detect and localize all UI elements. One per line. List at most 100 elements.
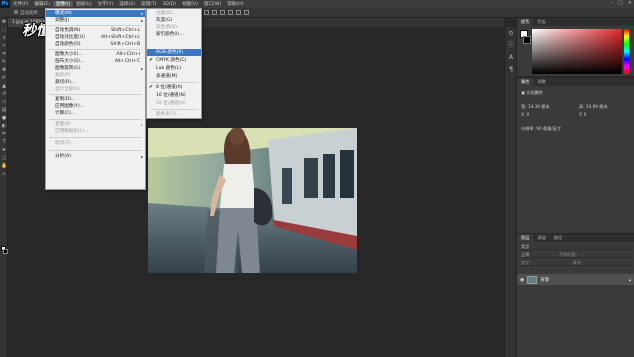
menu-item-trim[interactable]: 裁切(R)... <box>46 79 145 86</box>
menu-item-auto-color[interactable]: 自动颜色(O) Shift+Ctrl+B <box>46 41 145 48</box>
submenu-item-duotone: 双色调(D) <box>156 25 177 30</box>
submenu-item-8bit[interactable]: ✔ 8 位/通道(A) <box>147 84 201 91</box>
stamp-tool-icon[interactable]: ▲ <box>1 84 7 89</box>
dodge-tool-icon[interactable]: ◐ <box>1 124 7 129</box>
y-field[interactable]: Y: 0 <box>579 112 586 117</box>
visibility-eye-icon[interactable]: ◉ <box>520 277 524 283</box>
menu-item-image-rotation[interactable]: 图像旋转(G) ▸ <box>46 65 145 72</box>
width-field[interactable]: 宽: 14.39 厘米 <box>521 104 550 110</box>
tools-panel: ✥ ⬚ ↄ ✧ ⌗ ✎ ✚ ✐ ▲ ↺ ▭ ▤ ● ◐ ✒ T ➤ ▢ ✋ ⌕ <box>0 18 8 357</box>
menu-layer[interactable]: 图层(L) <box>73 1 94 7</box>
document-image[interactable] <box>148 128 357 273</box>
submenu-item-cmyk-color[interactable]: ✔ CMYK 颜色(C) <box>147 57 201 64</box>
menu-separator <box>49 137 142 138</box>
hue-slider[interactable] <box>624 29 629 74</box>
marquee-tool-icon[interactable]: ⬚ <box>1 28 7 33</box>
menu-item-auto-tone[interactable]: 自动色调(N) Shift+Ctrl+L <box>46 27 145 34</box>
menu-bar: Ps 文件(F) 编辑(E) 图像(I) 图层(L) 文字(Y) 选择(S) 滤… <box>0 0 634 8</box>
menu-item-canvas-size[interactable]: 画布大小(S)... Alt+Ctrl+C <box>46 58 145 65</box>
layer-filter-row[interactable]: 类型 <box>521 244 631 250</box>
shape-tool-icon[interactable]: ▢ <box>1 156 7 161</box>
tab-paths[interactable]: 路径 <box>550 235 566 241</box>
minimize-button[interactable]: – <box>611 0 614 6</box>
lasso-tool-icon[interactable]: ↄ <box>1 36 7 41</box>
move-tool-icon[interactable]: ✥ <box>1 20 7 25</box>
menu-item-adjustments[interactable]: 调整(J) ▸ <box>46 17 145 24</box>
menu-type[interactable]: 文字(Y) <box>95 1 117 7</box>
auto-select-option[interactable]: 自动选择: <box>14 9 39 16</box>
height-field[interactable]: 高: 10.99 厘米 <box>579 104 608 110</box>
submenu-item-color-table: 颜色表(T)... <box>156 112 181 117</box>
eraser-tool-icon[interactable]: ▭ <box>1 100 7 105</box>
align-icon[interactable] <box>236 10 241 15</box>
menu-image[interactable]: 图像(I) <box>53 1 74 7</box>
align-icon[interactable] <box>244 10 249 15</box>
history-icon[interactable]: ⏲ <box>507 30 515 38</box>
healing-brush-icon[interactable]: ✚ <box>1 68 7 73</box>
tab-color[interactable]: 颜色 <box>517 18 534 26</box>
tab-swatches[interactable]: 色板 <box>533 19 549 25</box>
menu-item-calculations[interactable]: 计算(C)... <box>46 110 145 117</box>
tab-layers[interactable]: 图层 <box>517 234 534 242</box>
photo-illustration <box>148 128 357 273</box>
menu-file[interactable]: 文件(F) <box>10 1 31 7</box>
layer-row-background[interactable]: ◉ 背景 🔒︎ <box>517 274 634 285</box>
submenu-item-rgb-color[interactable]: RGB 颜色(R) <box>147 49 201 56</box>
align-icon[interactable] <box>212 10 217 15</box>
close-button[interactable]: × <box>628 0 632 6</box>
menu-help[interactable]: 帮助(H) <box>224 1 246 7</box>
lock-fill-row[interactable]: 锁定: 填充: <box>521 260 631 266</box>
menu-item-analysis[interactable]: 分析(A) ▸ <box>46 153 145 160</box>
window-controls: – □ × <box>611 0 632 6</box>
x-field[interactable]: X: 0 <box>521 112 529 117</box>
paragraph-icon[interactable]: ¶ <box>507 66 515 74</box>
menu-item-image-size[interactable]: 图像大小(I)... Alt+Ctrl+I <box>46 51 145 58</box>
submenu-arrow-icon: ▸ <box>140 154 143 159</box>
path-select-icon[interactable]: ➤ <box>1 148 7 153</box>
crop-tool-icon[interactable]: ⌗ <box>1 52 7 57</box>
properties-panel-tabs: 属性 调整 <box>517 78 634 86</box>
menu-3d[interactable]: 3D(D) <box>159 2 179 7</box>
character-icon[interactable]: A <box>507 54 515 62</box>
pen-tool-icon[interactable]: ✒ <box>1 132 7 137</box>
color-panel: 颜色 色板 <box>516 18 634 76</box>
checkbox-icon[interactable] <box>14 9 18 14</box>
menu-item-apply-image[interactable]: 应用图像(Y)... <box>46 103 145 110</box>
submenu-item-indexed-color[interactable]: 索引颜色(I)... <box>147 31 201 38</box>
menu-item-auto-contrast[interactable]: 自动对比度(U) Alt+Shift+Ctrl+L <box>46 34 145 41</box>
submenu-item-grayscale[interactable]: 灰度(G) <box>147 17 201 24</box>
menu-window[interactable]: 窗口(W) <box>201 1 224 7</box>
menu-separator <box>49 25 142 26</box>
blur-tool-icon[interactable]: ● <box>1 116 7 121</box>
align-icon[interactable] <box>204 10 209 15</box>
tab-adjustments[interactable]: 调整 <box>533 79 549 85</box>
info-icon[interactable]: ⓘ <box>507 42 515 50</box>
menu-filter[interactable]: 滤镜(T) <box>138 1 160 7</box>
brush-tool-icon[interactable]: ✐ <box>1 76 7 81</box>
type-tool-icon[interactable]: T <box>1 140 7 145</box>
maximize-button[interactable]: □ <box>618 0 623 6</box>
submenu-item-16bit[interactable]: 16 位/通道(N) <box>147 92 201 99</box>
menu-item-apply-data-set: 应用数据组(L)... <box>55 129 89 134</box>
history-brush-icon[interactable]: ↺ <box>1 92 7 97</box>
zoom-tool-icon[interactable]: ⌕ <box>1 172 7 177</box>
align-icon[interactable] <box>220 10 225 15</box>
submenu-item-lab-color[interactable]: Lab 颜色(L) <box>147 65 201 72</box>
align-icon[interactable] <box>228 10 233 15</box>
magic-wand-icon[interactable]: ✧ <box>1 44 7 49</box>
color-field[interactable] <box>532 29 622 74</box>
tab-channels[interactable]: 通道 <box>533 235 549 241</box>
menu-item-duplicate[interactable]: 复制(D)... <box>46 96 145 103</box>
eyedropper-icon[interactable]: ✎ <box>1 60 7 65</box>
background-color-swatch[interactable] <box>523 36 531 44</box>
submenu-item-multichannel[interactable]: 多通道(M) <box>147 73 201 80</box>
menu-select[interactable]: 选择(S) <box>116 1 138 7</box>
hand-tool-icon[interactable]: ✋ <box>1 164 7 169</box>
tab-properties[interactable]: 属性 <box>517 78 534 86</box>
menu-view[interactable]: 视图(V) <box>179 1 201 7</box>
menu-item-mode[interactable]: 模式(M) ▸ <box>46 10 145 17</box>
menu-edit[interactable]: 编辑(E) <box>31 1 53 7</box>
blend-opacity-row[interactable]: 正常 不透明度: <box>521 252 631 258</box>
gradient-tool-icon[interactable]: ▤ <box>1 108 7 113</box>
checkmark-icon: ✔ <box>149 57 154 63</box>
